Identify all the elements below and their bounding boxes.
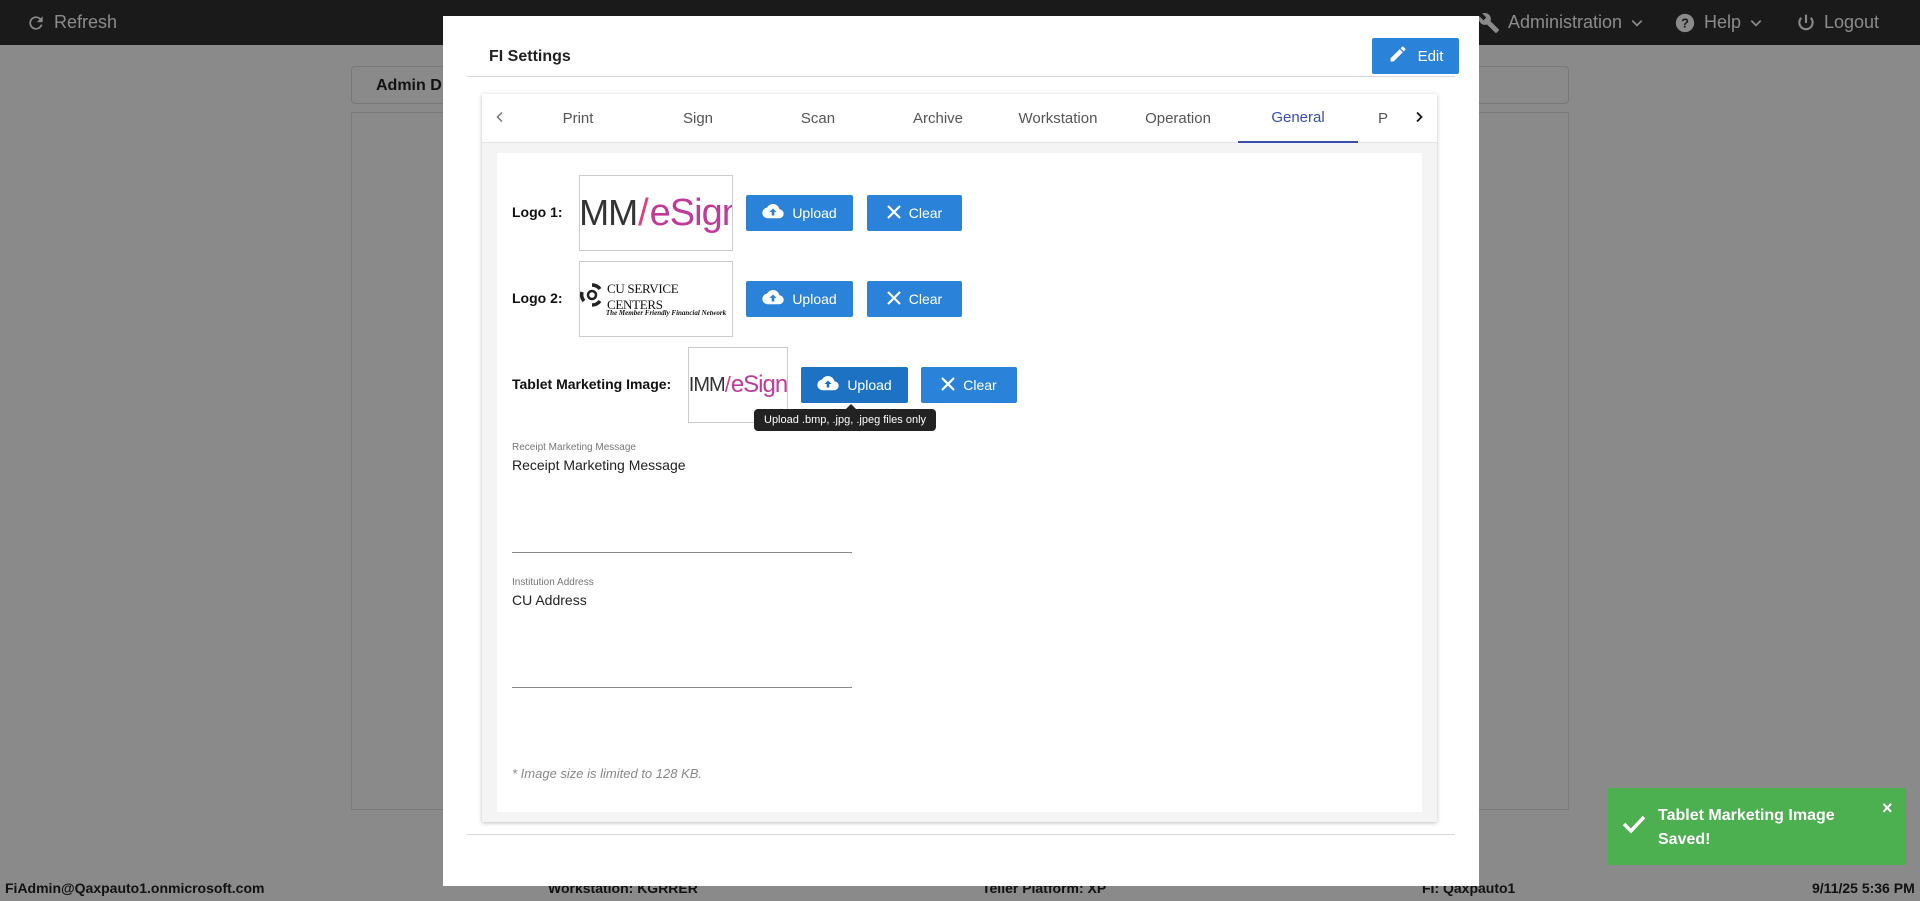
clear-label: Clear <box>908 291 943 307</box>
institution-address-underline <box>512 687 852 688</box>
cu-logo-mark-icon <box>580 282 604 312</box>
tab-workstation[interactable]: Workstation <box>998 94 1118 143</box>
tabs-scroll-right-button[interactable] <box>1404 94 1434 143</box>
tab-general[interactable]: General <box>1238 94 1358 143</box>
logo1-label: Logo 1: <box>512 204 563 220</box>
edit-label: Edit <box>1417 47 1444 65</box>
upload-label: Upload <box>792 205 837 221</box>
logo1-upload-button[interactable]: Upload <box>746 195 853 231</box>
cloud-upload-icon <box>762 289 784 309</box>
tablet-esign-text: eSign <box>730 371 788 398</box>
divider <box>467 834 1455 835</box>
edit-button[interactable]: Edit <box>1372 38 1459 74</box>
image-size-note: * Image size is limited to 128 KB. <box>512 766 703 781</box>
tabs-scroll-left-button[interactable] <box>485 94 515 143</box>
tablet-clear-button[interactable]: Clear <box>921 367 1017 403</box>
cloud-upload-icon <box>817 375 839 395</box>
logo2-label: Logo 2: <box>512 290 563 306</box>
institution-address-label: Institution Address <box>512 577 594 588</box>
institution-address-textarea[interactable]: CU Address <box>512 592 587 608</box>
close-icon <box>941 376 956 394</box>
clear-label: Clear <box>963 377 997 393</box>
clear-label: Clear <box>908 205 943 221</box>
cloud-upload-icon <box>762 203 784 223</box>
receipt-message-underline <box>512 552 852 553</box>
logo2-clear-button[interactable]: Clear <box>867 281 962 317</box>
logo1-imm-text: IMM <box>579 192 638 233</box>
chevron-right-icon <box>1413 110 1425 128</box>
tab-sign[interactable]: Sign <box>638 94 758 143</box>
checkmark-icon <box>1622 814 1646 839</box>
tablet-image-label: Tablet Marketing Image: <box>512 376 672 392</box>
tab-scan[interactable]: Scan <box>758 94 878 143</box>
logo1-preview: IMM/eSign <box>579 175 733 251</box>
tab-partial[interactable]: P <box>1358 94 1408 143</box>
tab-operation[interactable]: Operation <box>1118 94 1238 143</box>
receipt-message-textarea[interactable]: Receipt Marketing Message <box>512 457 686 473</box>
fi-settings-dialog: FI Settings Edit Print Sign Scan Archive… <box>443 16 1479 886</box>
upload-label: Upload <box>847 377 892 393</box>
settings-tabs: Print Sign Scan Archive Workstation Oper… <box>482 94 1437 143</box>
dialog-title: FI Settings <box>489 48 571 65</box>
pencil-icon <box>1388 44 1408 68</box>
logo2-upload-button[interactable]: Upload <box>746 281 853 317</box>
tab-print[interactable]: Print <box>518 94 638 143</box>
tablet-imm-text: IMM <box>688 373 726 396</box>
close-icon <box>886 204 901 222</box>
success-toast: Tablet Marketing Image Saved! × <box>1608 788 1906 865</box>
general-tab-panel: Logo 1: IMM/eSign Upload Clear Logo 2: <box>497 153 1422 812</box>
settings-card: Print Sign Scan Archive Workstation Oper… <box>482 94 1437 822</box>
slash-glyph: / <box>638 191 649 234</box>
logo2-preview: CU SERVICE CENTERS The Member Friendly F… <box>579 261 733 337</box>
chevron-left-icon <box>494 110 506 128</box>
logo1-clear-button[interactable]: Clear <box>867 195 962 231</box>
toast-message: Tablet Marketing Image Saved! <box>1658 807 1835 848</box>
tab-archive[interactable]: Archive <box>878 94 998 143</box>
upload-tooltip: Upload .bmp, .jpg, .jpeg files only <box>754 404 937 431</box>
close-icon <box>886 290 901 308</box>
logo2-tagline-text: The Member Friendly Financial Network <box>605 309 727 317</box>
logo1-esign-text: eSign <box>649 191 733 234</box>
upload-label: Upload <box>792 291 837 307</box>
tablet-upload-button[interactable]: Upload <box>801 367 908 403</box>
divider <box>467 76 1455 77</box>
receipt-message-label: Receipt Marketing Message <box>512 442 636 453</box>
toast-close-button[interactable]: × <box>1882 798 1893 819</box>
